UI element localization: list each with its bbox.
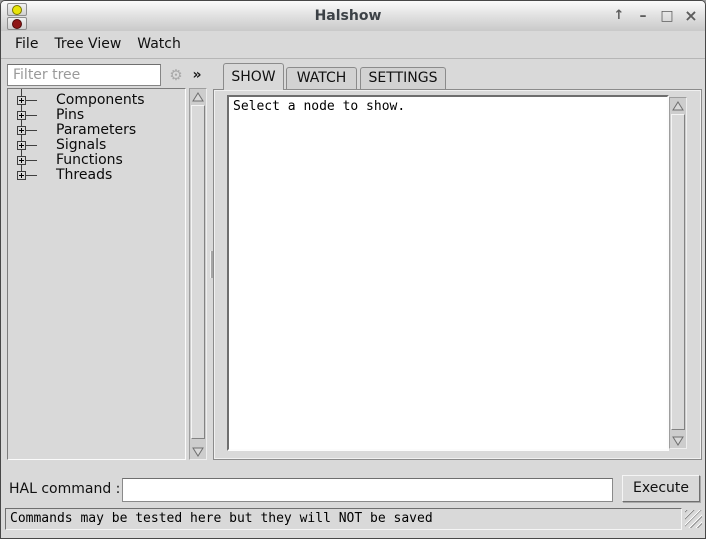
tree-item-components[interactable]: Components: [56, 93, 145, 108]
tree-row: Parameters: [8, 123, 185, 138]
show-scrollbar[interactable]: [669, 97, 687, 449]
double-chevron-icon: »: [192, 67, 201, 83]
expand-plus-icon[interactable]: [17, 156, 26, 165]
menu-watch[interactable]: Watch: [129, 31, 189, 58]
app-icon: [7, 3, 27, 29]
tree-item-signals[interactable]: Signals: [56, 138, 106, 153]
tree-connector: [26, 130, 37, 131]
filter-options-button[interactable]: ⚙: [166, 64, 186, 86]
tab-settings[interactable]: SETTINGS: [360, 67, 446, 89]
expand-plus-icon[interactable]: [17, 141, 26, 150]
status-bar: Commands may be tested here but they wil…: [5, 508, 682, 530]
filter-tree-input[interactable]: [7, 64, 161, 86]
execute-button[interactable]: Execute: [622, 475, 700, 502]
hal-command-label: HAL command :: [9, 477, 120, 502]
tree-item-parameters[interactable]: Parameters: [56, 123, 136, 138]
show-text-area[interactable]: Select a node to show.: [227, 95, 669, 451]
tree-item-threads[interactable]: Threads: [56, 168, 112, 183]
window-controls: ↑ – □ ×: [607, 1, 703, 31]
scroll-up-icon[interactable]: [190, 89, 206, 104]
shade-window-icon[interactable]: ↑: [607, 1, 631, 31]
tree-row: Threads: [8, 168, 185, 183]
hal-tree: Components Pins Parameters Signals Funct…: [7, 88, 186, 460]
scrollbar-thumb[interactable]: [671, 114, 685, 430]
expand-plus-icon[interactable]: [17, 171, 26, 180]
tab-show[interactable]: SHOW: [223, 63, 284, 90]
menu-tree-view[interactable]: Tree View: [46, 31, 129, 58]
scroll-up-icon[interactable]: [670, 98, 686, 113]
menubar: File Tree View Watch: [1, 31, 705, 59]
tab-watch[interactable]: WATCH: [286, 67, 357, 89]
app-icon-cell-top: [7, 3, 27, 16]
tree-row: Pins: [8, 108, 185, 123]
yellow-dot-icon: [12, 5, 22, 15]
expand-plus-icon[interactable]: [17, 96, 26, 105]
show-text: Select a node to show.: [233, 99, 405, 114]
red-dot-icon: [12, 19, 22, 29]
tree-connector: [26, 115, 37, 116]
scroll-down-icon[interactable]: [670, 433, 686, 448]
tree-connector: [26, 175, 37, 176]
app-icon-cell-bottom: [7, 17, 27, 30]
menu-file[interactable]: File: [7, 31, 46, 58]
resize-grip-icon[interactable]: [685, 510, 702, 528]
scroll-down-icon[interactable]: [190, 444, 206, 459]
filter-expand-button[interactable]: »: [189, 64, 205, 86]
tree-row: Components: [8, 93, 185, 108]
tree-item-pins[interactable]: Pins: [56, 108, 84, 123]
maximize-icon[interactable]: □: [655, 1, 679, 31]
hal-command-input[interactable]: [122, 478, 613, 502]
tree-scrollbar[interactable]: [189, 88, 207, 460]
expand-plus-icon[interactable]: [17, 126, 26, 135]
halshow-window: Halshow ↑ – □ × File Tree View Watch ⚙ »…: [0, 0, 706, 539]
window-title: Halshow: [101, 1, 595, 31]
tree-connector: [26, 160, 37, 161]
expand-plus-icon[interactable]: [17, 111, 26, 120]
close-icon[interactable]: ×: [679, 1, 703, 31]
status-message: Commands may be tested here but they wil…: [10, 511, 433, 526]
tree-connector: [26, 145, 37, 146]
tree-connector: [26, 100, 37, 101]
titlebar: Halshow ↑ – □ ×: [1, 1, 705, 32]
tree-row: Signals: [8, 138, 185, 153]
minimize-icon[interactable]: –: [631, 1, 655, 31]
tree-item-functions[interactable]: Functions: [56, 153, 123, 168]
gear-icon: ⚙: [169, 66, 182, 84]
scrollbar-thumb[interactable]: [191, 105, 205, 439]
tree-row: Functions: [8, 153, 185, 168]
